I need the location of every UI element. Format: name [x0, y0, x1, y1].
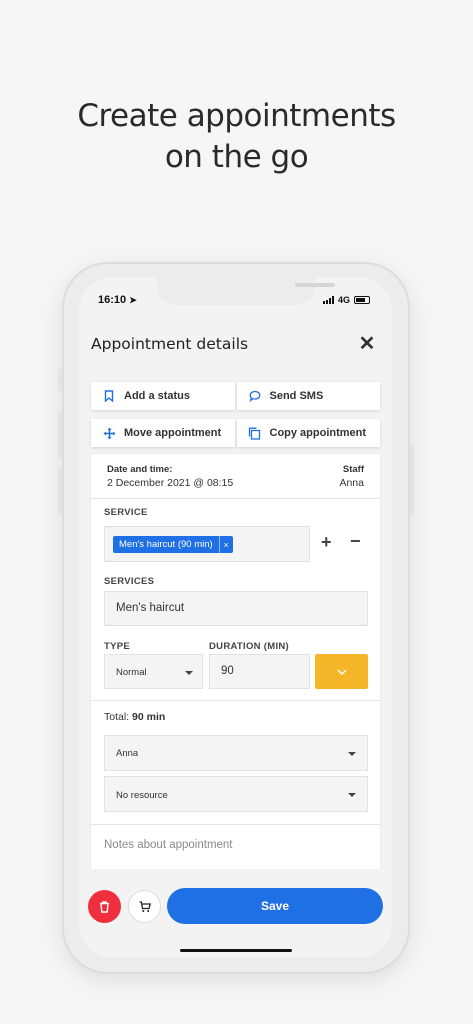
home-indicator — [180, 949, 292, 952]
duration-input[interactable]: 90 — [209, 654, 310, 689]
signal-icon — [322, 296, 334, 304]
phone-volume-down — [58, 468, 62, 514]
battery-icon — [354, 296, 370, 304]
network-type: 4G — [337, 295, 350, 305]
headline-line-2: on the go — [164, 139, 309, 175]
action-row-2: Move appointment Copy appointment — [91, 419, 380, 447]
notes-textarea[interactable]: Notes about appointment — [104, 839, 233, 851]
type-select[interactable]: Normal — [104, 654, 203, 689]
add-status-button[interactable]: Add a status — [91, 382, 235, 410]
total-prefix: Total: — [104, 711, 130, 723]
type-label: TYPE — [104, 641, 131, 652]
bottom-bar: Save — [79, 869, 392, 958]
services-label: SERVICES — [104, 576, 155, 587]
phone-screen: 16:10 ➤ 4G Appointment details ✕ Add a s… — [79, 277, 392, 958]
headline-line-1: Create appointments — [77, 98, 396, 134]
move-appointment-button[interactable]: Move appointment — [91, 419, 235, 447]
date-time-value: 2 December 2021 @ 08:15 — [107, 477, 234, 489]
type-value: Normal — [116, 667, 147, 678]
headline: Create appointments on the go — [0, 96, 473, 178]
send-sms-button[interactable]: Send SMS — [236, 382, 380, 410]
copy-icon — [248, 427, 262, 440]
service-multiselect[interactable]: Men's haircut (90 min) × — [104, 526, 310, 562]
add-service-button[interactable]: + — [321, 532, 332, 553]
resource-select-value: No resource — [116, 790, 168, 801]
chip-remove-icon[interactable]: × — [218, 536, 233, 553]
copy-appointment-label: Copy appointment — [269, 427, 367, 439]
services-value: Men's haircut — [116, 602, 185, 614]
staff-label: Staff — [342, 464, 364, 475]
service-chip-label: Men's haircut (90 min) — [119, 539, 213, 550]
bookmark-icon — [102, 390, 116, 402]
copy-appointment-button[interactable]: Copy appointment — [236, 419, 380, 447]
send-sms-label: Send SMS — [269, 390, 324, 402]
chevron-down-icon — [185, 671, 193, 675]
appointment-form: Date and time: 2 December 2021 @ 08:15 S… — [91, 454, 380, 884]
delete-button[interactable] — [88, 890, 121, 923]
date-time-label: Date and time: — [107, 464, 173, 475]
move-appointment-label: Move appointment — [124, 427, 222, 439]
add-status-label: Add a status — [124, 390, 191, 402]
services-field[interactable]: Men's haircut — [104, 591, 368, 626]
status-indicators: 4G — [322, 295, 370, 305]
total-value: 90 min — [132, 711, 166, 723]
divider — [91, 824, 380, 825]
chevron-down-icon — [348, 752, 356, 756]
total-duration: Total: 90 min — [104, 711, 165, 723]
cart-icon — [139, 900, 151, 912]
duration-label: DURATION (MIN) — [209, 641, 290, 652]
phone-volume-up — [58, 412, 62, 458]
duration-value: 90 — [221, 665, 234, 677]
move-arrows-icon — [102, 427, 116, 440]
action-row-1: Add a status Send SMS — [91, 382, 380, 410]
page-title: Appointment details — [91, 335, 249, 353]
close-button[interactable]: ✕ — [357, 332, 377, 355]
chat-bubble-icon — [248, 390, 262, 402]
status-time: 16:10 ➤ — [98, 294, 137, 306]
cart-button[interactable] — [128, 890, 161, 923]
save-button[interactable]: Save — [167, 888, 383, 924]
staff-select[interactable]: Anna — [104, 735, 368, 771]
chevron-down-icon — [336, 668, 347, 675]
remove-service-button[interactable]: − — [350, 531, 361, 552]
speaker-grille — [295, 283, 335, 287]
staff-select-value: Anna — [116, 748, 139, 759]
divider — [91, 700, 380, 701]
trash-icon — [100, 900, 109, 913]
duration-dropdown-button[interactable] — [315, 654, 368, 689]
chevron-down-icon — [348, 793, 356, 797]
location-icon: ➤ — [129, 295, 137, 305]
service-chip: Men's haircut (90 min) × — [113, 536, 233, 553]
status-time-text: 16:10 — [98, 294, 127, 306]
staff-value: Anna — [339, 477, 364, 489]
phone-side-button — [58, 368, 62, 392]
resource-select[interactable]: No resource — [104, 776, 368, 812]
divider — [91, 498, 380, 499]
service-label: SERVICE — [104, 507, 148, 518]
phone-notch — [157, 277, 335, 305]
phone-power-button — [410, 445, 414, 515]
close-icon: ✕ — [358, 332, 376, 355]
